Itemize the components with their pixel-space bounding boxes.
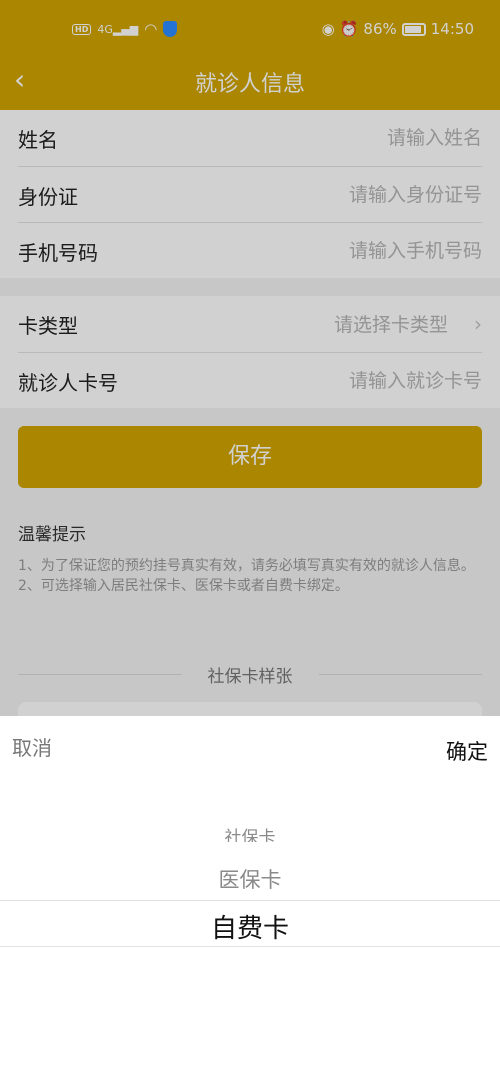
picker-option[interactable]: 社保卡 [0,828,500,842]
overlay-mask[interactable] [0,0,500,716]
selection-line-bottom [0,946,500,947]
picker-confirm-button[interactable]: 确定 [446,736,488,766]
picker-option[interactable]: 医保卡 [0,864,500,894]
picker-cancel-button[interactable]: 取消 [12,732,52,761]
picker-option-selected[interactable]: 自费卡 [0,908,500,945]
card-type-picker: 取消 确定 社保卡 医保卡 自费卡 [0,716,500,1069]
selection-line-top [0,900,500,901]
